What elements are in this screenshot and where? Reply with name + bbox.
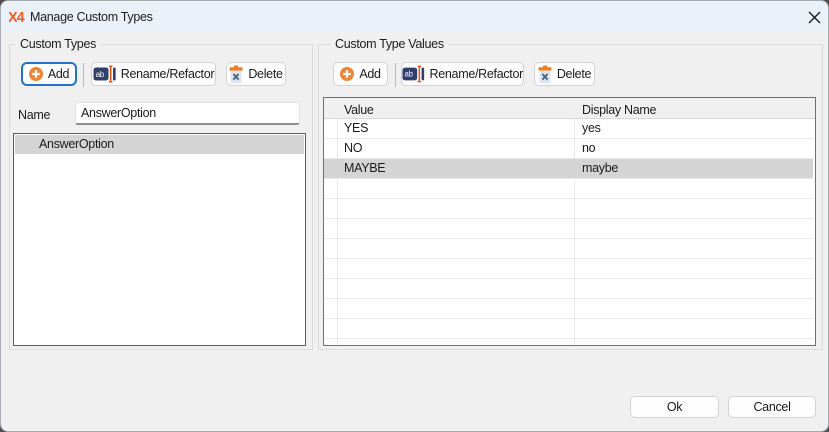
svg-text:X4: X4	[9, 10, 25, 24]
svg-text:ab: ab	[95, 70, 104, 79]
svg-text:ab: ab	[405, 70, 414, 79]
